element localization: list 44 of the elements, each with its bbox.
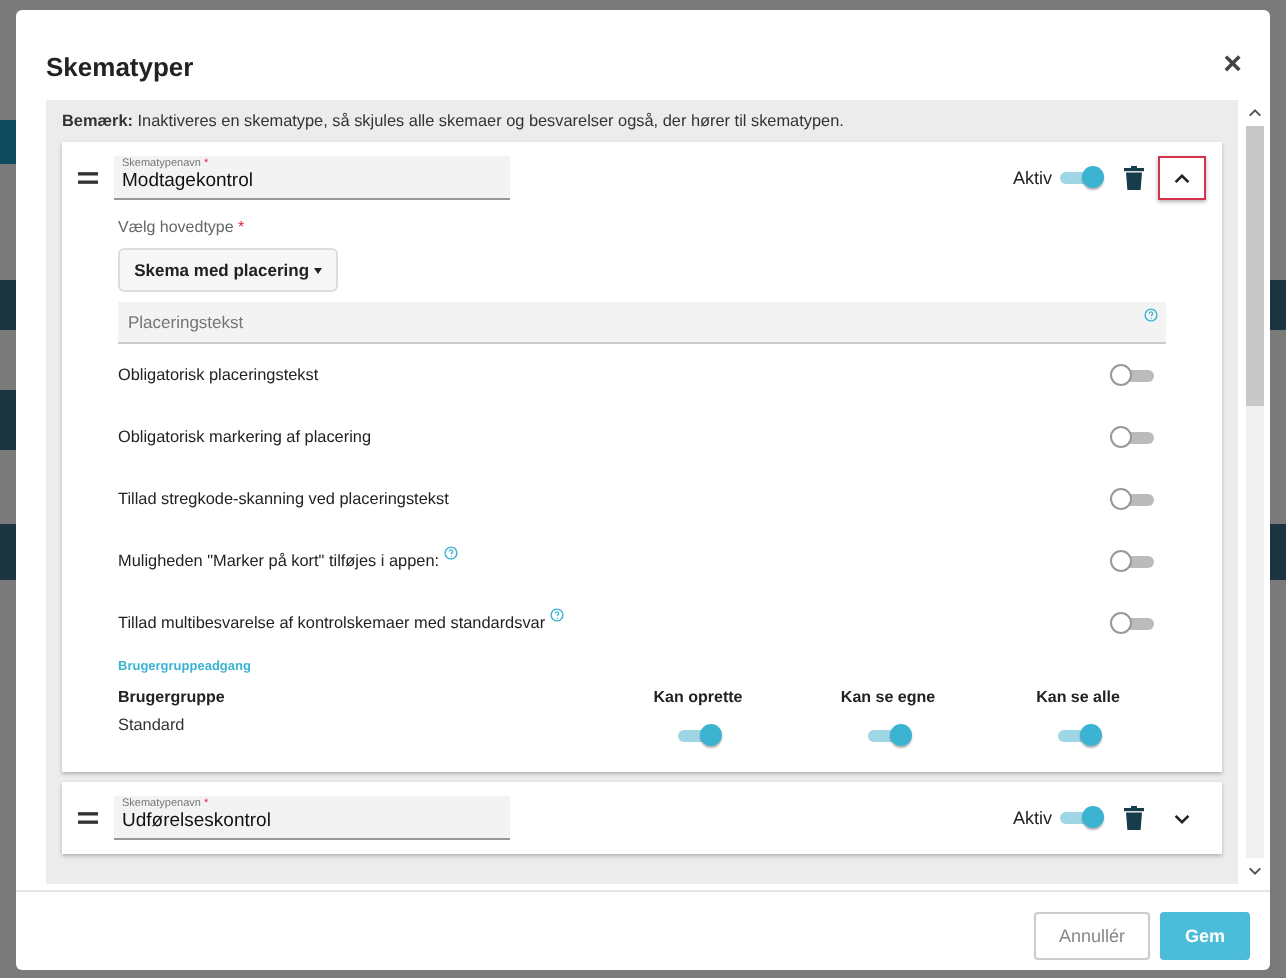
option-toggle[interactable] xyxy=(1114,369,1154,381)
permission-toggle[interactable] xyxy=(1058,730,1098,742)
chevron-icon xyxy=(1174,173,1190,183)
option-label: Muligheden "Marker på kort" tilføjes i appen: xyxy=(118,552,440,570)
active-toggle[interactable] xyxy=(1060,812,1100,824)
option-label: Obligatorisk placeringstekst xyxy=(118,366,319,384)
permission-toggle[interactable] xyxy=(678,730,718,742)
cancel-button[interactable]: Annullér xyxy=(1034,912,1150,960)
permission-toggle[interactable] xyxy=(868,730,908,742)
option-label: Tillad multibesvarelse af kontrolskemaer med standardsvar xyxy=(118,614,546,632)
collapse-button[interactable] xyxy=(1158,156,1206,200)
column-header: Kan se egne xyxy=(838,688,938,706)
option-toggle[interactable] xyxy=(1114,431,1154,443)
help-icon[interactable] xyxy=(1144,308,1158,322)
drag-handle-icon[interactable] xyxy=(78,172,98,184)
active-toggle[interactable] xyxy=(1060,172,1100,184)
column-header: Kan oprette xyxy=(651,688,745,706)
trash-icon[interactable] xyxy=(1124,166,1144,190)
dialog-title: Skematyper xyxy=(46,51,194,81)
table-cell-text: Standard xyxy=(118,716,187,738)
active-label: Aktiv xyxy=(1012,168,1052,188)
scroll-down-icon[interactable] xyxy=(1247,866,1261,876)
placement-text-field[interactable]: Placeringstekst xyxy=(118,302,1166,344)
option-toggle[interactable] xyxy=(1114,617,1154,629)
chevron-icon xyxy=(1174,813,1190,823)
drag-handle-icon[interactable] xyxy=(78,812,98,824)
column-header: Brugergruppe xyxy=(118,688,227,706)
active-label: Aktiv xyxy=(1012,808,1052,828)
page-strip xyxy=(1270,524,1286,580)
option-label: Obligatorisk markering af placering xyxy=(118,428,372,446)
column-header: Kan se alle xyxy=(1034,688,1122,706)
scroll-up-icon[interactable] xyxy=(1247,108,1261,118)
option-toggle[interactable] xyxy=(1114,555,1154,567)
help-icon[interactable] xyxy=(443,546,458,560)
option-label: Tillad stregkode-skanning ved placeringstekst xyxy=(118,490,449,508)
close-button[interactable]: × xyxy=(1219,50,1246,82)
option-toggle[interactable] xyxy=(1114,493,1154,505)
help-icon[interactable] xyxy=(549,608,564,622)
page-strip xyxy=(1270,280,1286,330)
main-type-label: Vælg hovedtype * xyxy=(118,218,247,236)
trash-icon[interactable] xyxy=(1124,806,1144,830)
note-text: Bemærk: Inaktiveres en skematype, så skjules alle skemaer og besvarelser også, der hører til skematypen. xyxy=(62,112,846,130)
caret-icon xyxy=(313,268,322,275)
main-type-dropdown[interactable]: Skema med placering xyxy=(118,248,338,292)
